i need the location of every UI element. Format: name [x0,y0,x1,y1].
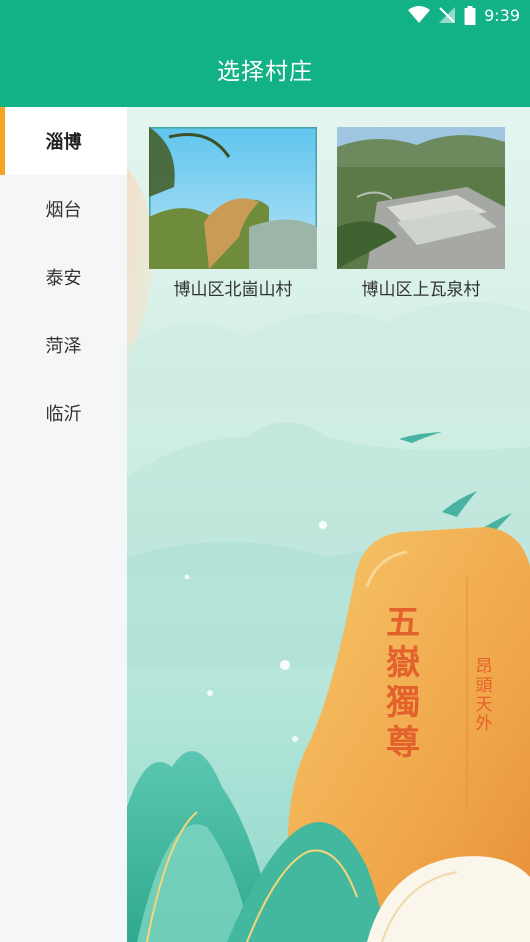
poster-char: 頭 [476,676,493,696]
poster-char: 尊 [386,723,420,763]
signal-icon [439,7,456,23]
village-photo-thumbnail [337,127,505,269]
village-card[interactable]: 博山区北崮山村 [149,127,317,300]
status-bar: 9:39 [0,0,530,30]
village-content: 五 嶽 獨 尊 昂 頭 天 外 博山区北崮山村 博山区上瓦泉村 [127,107,530,942]
page-title: 选择村庄 [217,58,313,85]
poster-char: 昂 [476,657,493,677]
wifi-icon [408,6,431,23]
battery-icon [464,5,476,25]
status-time: 9:39 [484,5,520,25]
poster-char: 嶽 [386,643,420,683]
sidebar-item-label: 临沂 [45,404,82,425]
sidebar-item-heze[interactable]: 菏泽 [0,311,127,379]
sidebar-item-label: 烟台 [45,200,82,221]
poster-char: 五 [386,603,420,643]
village-name: 博山区上瓦泉村 [361,280,481,300]
status-icons: 9:39 [408,5,520,25]
sidebar-item-yantai[interactable]: 烟台 [0,175,127,243]
sidebar-item-taian[interactable]: 泰安 [0,243,127,311]
sidebar-item-label: 淄博 [45,132,82,153]
village-card[interactable]: 博山区上瓦泉村 [337,127,505,300]
village-name: 博山区北崮山村 [173,280,293,300]
sidebar-item-linyi[interactable]: 临沂 [0,379,127,447]
city-sidebar: 淄博 烟台 泰安 菏泽 临沂 [0,107,127,942]
village-photo-thumbnail [149,127,317,269]
sidebar-item-label: 泰安 [45,268,82,289]
poster-char: 天 [476,695,493,715]
poster-char: 外 [476,714,493,734]
title-bar: 选择村庄 [0,30,530,107]
poster-char: 獨 [386,683,420,723]
sidebar-item-label: 菏泽 [45,336,82,357]
sidebar-item-zibo[interactable]: 淄博 [0,107,127,175]
